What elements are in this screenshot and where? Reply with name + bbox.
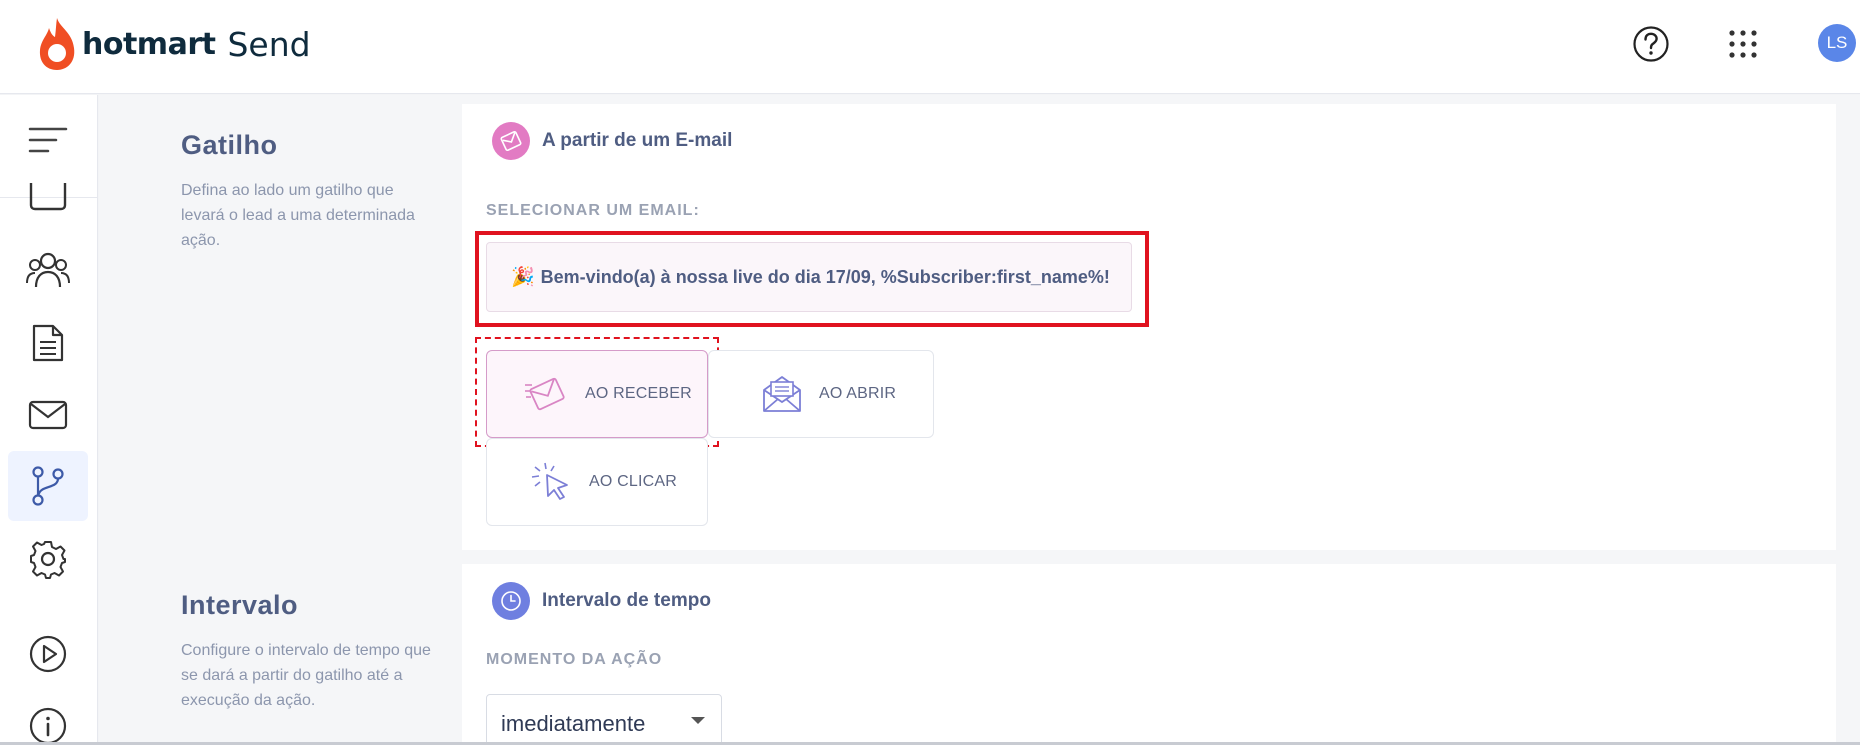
hotmart-send-logo[interactable]: hotmart Send — [36, 14, 311, 74]
hotmart-flame-icon — [39, 18, 75, 70]
option-ao-clicar[interactable]: AO CLICAR — [486, 438, 708, 526]
mail-icon — [28, 400, 68, 430]
email-open-icon — [763, 376, 801, 412]
help-icon[interactable] — [1629, 22, 1673, 66]
avatar[interactable]: LS — [1818, 24, 1856, 62]
document-icon — [32, 324, 64, 362]
sidebar-item-tutorials[interactable] — [8, 619, 88, 689]
option-ao-receber-label: AO RECEBER — [585, 385, 692, 402]
email-send-icon — [500, 130, 522, 152]
email-send-icon — [525, 377, 565, 411]
apps-grid-icon[interactable] — [1721, 22, 1765, 66]
cursor-click-icon — [531, 462, 568, 500]
brand-name: hotmart — [82, 26, 216, 62]
interval-card-title: Intervalo de tempo — [542, 590, 711, 611]
menu-icon — [28, 127, 68, 153]
trigger-section-description: Defina ao lado um gatilho que levará o l… — [181, 182, 415, 249]
sidebar-item-settings[interactable] — [8, 524, 88, 594]
interval-section-title: Intervalo — [181, 590, 299, 620]
select-email-label: SELECIONAR UM EMAIL: — [486, 202, 700, 219]
interval-clock-circle — [492, 582, 530, 620]
selected-email-field[interactable]: 🎉 Bem-vindo(a) à nossa live do dia 17/09… — [486, 242, 1132, 312]
sidebar-item-calendar[interactable] — [8, 177, 88, 217]
automation-branch-icon — [32, 466, 64, 506]
calendar-icon — [29, 183, 67, 211]
sidebar-menu-toggle[interactable] — [8, 105, 88, 175]
chevron-down-icon — [691, 717, 705, 724]
sidebar — [0, 95, 98, 745]
sidebar-item-automations[interactable] — [8, 451, 88, 521]
trigger-card-title: A partir de um E-mail — [542, 130, 733, 151]
info-icon — [29, 707, 67, 745]
trigger-email-circle — [492, 122, 530, 160]
sidebar-item-forms[interactable] — [8, 308, 88, 378]
moment-select[interactable]: imediatamente — [486, 694, 722, 745]
interval-card-header: Intervalo de tempo — [492, 582, 711, 620]
option-ao-abrir[interactable]: AO ABRIR — [708, 350, 934, 438]
top-bar: hotmart Send LS — [0, 0, 1860, 94]
product-name: Send — [227, 24, 311, 64]
sidebar-item-contacts[interactable] — [8, 235, 88, 305]
sidebar-item-email[interactable] — [8, 380, 88, 450]
play-circle-icon — [29, 635, 67, 673]
moment-label: MOMENTO DA AÇÃO — [486, 651, 663, 668]
users-icon — [26, 252, 70, 288]
option-ao-clicar-label: AO CLICAR — [589, 473, 678, 490]
option-ao-receber[interactable]: AO RECEBER — [486, 350, 708, 438]
interval-section-description: Configure o intervalo de tempo que se da… — [181, 642, 431, 709]
sidebar-item-info[interactable] — [8, 691, 88, 745]
selected-email-text: Bem-vindo(a) à nossa live do dia 17/09, … — [540, 266, 1110, 287]
clock-icon — [501, 591, 521, 611]
gear-icon — [30, 541, 66, 579]
party-popper-icon: 🎉 — [511, 267, 535, 288]
trigger-card-header: A partir de um E-mail — [492, 122, 732, 160]
moment-select-value: imediatamente — [501, 711, 646, 736]
trigger-section-title: Gatilho — [181, 130, 278, 160]
option-ao-abrir-label: AO ABRIR — [819, 385, 897, 402]
